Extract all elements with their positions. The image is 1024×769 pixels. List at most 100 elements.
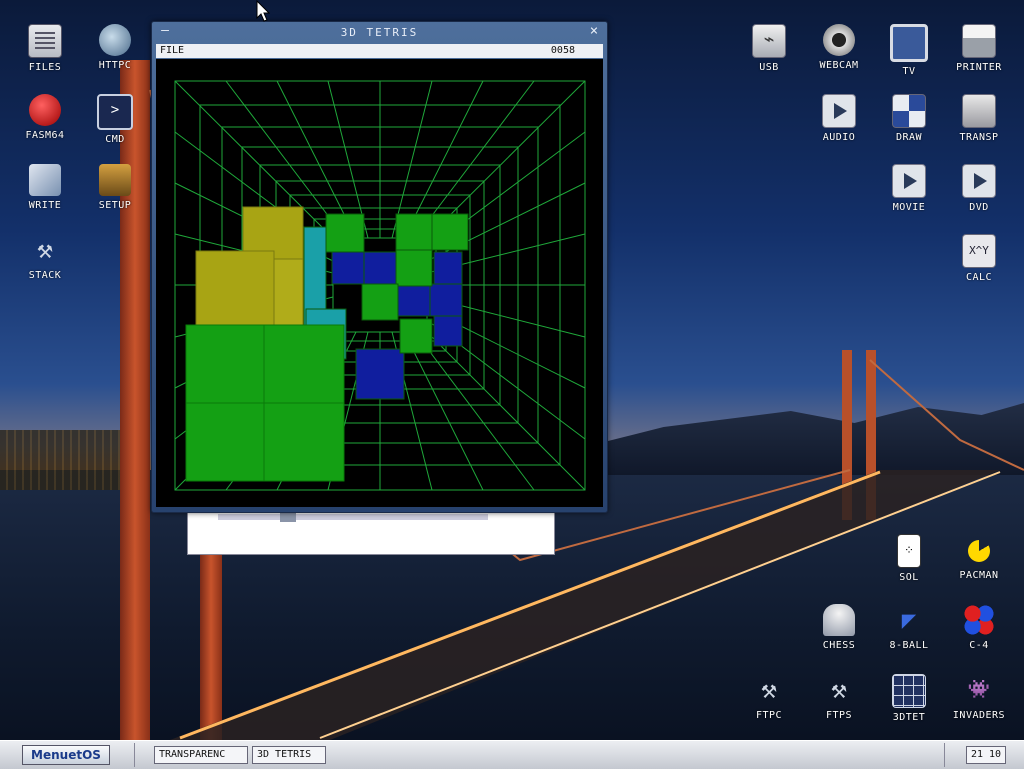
block	[431, 213, 469, 251]
desktop-icon-movie[interactable]: MOVIE	[879, 160, 939, 224]
icon-label: WRITE	[28, 200, 62, 211]
icon-label: DVD	[969, 202, 989, 213]
task-button-3d-tetris[interactable]: 3D TETRIS	[252, 746, 326, 764]
desktop-icon-webcam[interactable]: WEBCAM	[809, 20, 869, 84]
start-button[interactable]: MenuetOS	[22, 745, 110, 765]
desktop-icon-files[interactable]: FILES	[15, 20, 75, 84]
pen-icon	[29, 164, 61, 196]
block	[361, 283, 399, 321]
desktop-icon-draw[interactable]: DRAW	[879, 90, 939, 154]
icon-label: FILES	[28, 62, 62, 73]
desktop-icon-calc[interactable]: X^Y CALC	[949, 230, 1009, 294]
block	[263, 402, 345, 482]
tools-icon: ⚒	[831, 675, 847, 705]
tetris-window[interactable]: — 3D TETRIS × FILE 0058	[151, 21, 608, 513]
desktop-icon-stack[interactable]: ⚒ STACK	[15, 230, 75, 294]
block	[195, 250, 275, 326]
block	[363, 251, 397, 285]
desktop-icon-tv[interactable]: TV	[879, 20, 939, 84]
chess-knight-icon	[823, 604, 855, 636]
icon-label: TRANSP	[959, 132, 999, 143]
score-display: 0058	[550, 45, 575, 56]
desktop-icon-audio[interactable]: AUDIO	[809, 90, 869, 154]
task-button-transparency[interactable]: TRANSPARENC	[154, 746, 248, 764]
dvd-icon	[962, 164, 996, 198]
mouse-cursor-icon	[256, 0, 270, 22]
block	[185, 324, 265, 404]
icon-label: DRAW	[895, 132, 923, 143]
invaders-icon: 👾	[967, 679, 991, 700]
desktop-icon-dvd[interactable]: DVD	[949, 160, 1009, 224]
icon-label: AUDIO	[822, 132, 856, 143]
usb-icon: ⌁	[752, 24, 786, 58]
terminal-icon: >	[97, 94, 133, 130]
tools-icon: ⚒	[37, 235, 53, 265]
desktop-icon-c4[interactable]: C-4	[949, 600, 1009, 664]
grid-icon	[892, 674, 926, 708]
icon-label: 8-BALL	[889, 640, 929, 651]
window-title: 3D TETRIS	[340, 26, 419, 39]
billiard-icon: ◤	[901, 606, 917, 634]
block	[185, 402, 265, 482]
desktop-icon-setup[interactable]: SETUP	[85, 160, 145, 224]
desktop-icon-ftpc[interactable]: ⚒ FTPC	[739, 670, 799, 734]
desktop-icon-write[interactable]: WRITE	[15, 160, 75, 224]
icon-label: CALC	[965, 272, 993, 283]
tv-icon	[890, 24, 928, 62]
icon-label: TV	[902, 66, 916, 77]
block	[355, 348, 405, 400]
icon-label: FASM64	[25, 130, 65, 141]
desktop-icon-3dtet[interactable]: 3DTET	[879, 670, 939, 734]
blocks	[185, 206, 469, 482]
icon-label: CMD	[105, 134, 125, 145]
block	[397, 283, 431, 317]
close-icon[interactable]: ×	[587, 23, 601, 39]
tools-icon: ⚒	[761, 675, 777, 705]
block	[429, 283, 463, 317]
desktop-icon-sol[interactable]: ⁘ SOL	[879, 530, 939, 594]
icon-label: PRINTER	[956, 62, 1002, 73]
block	[395, 249, 433, 287]
menu-file[interactable]: FILE	[160, 45, 184, 56]
block	[395, 213, 433, 251]
desktop-icon-httpc[interactable]: HTTPC	[85, 20, 145, 84]
clock[interactable]: 21 10	[966, 746, 1006, 764]
icon-label: FTPC	[755, 710, 783, 721]
movie-icon	[892, 164, 926, 198]
icon-label: 3DTET	[892, 712, 926, 723]
taskbar: MenuetOS TRANSPARENC 3D TETRIS 21 10	[0, 740, 1024, 769]
block	[399, 318, 433, 354]
pacman-icon	[968, 540, 990, 562]
icon-label: SOL	[899, 572, 919, 583]
desktop-icon-8ball[interactable]: ◤ 8-BALL	[879, 600, 939, 664]
icon-label: C-4	[969, 640, 989, 651]
calculator-icon: X^Y	[962, 234, 996, 268]
slider-track[interactable]	[218, 514, 488, 520]
taskbar-divider	[944, 743, 945, 767]
icon-label: USB	[759, 62, 779, 73]
tetris-well	[174, 80, 586, 491]
desktop-icon-printer[interactable]: PRINTER	[949, 20, 1009, 84]
desktop-icon-chess[interactable]: CHESS	[809, 600, 869, 664]
desktop-icon-usb[interactable]: ⌁ USB	[739, 20, 799, 84]
block	[325, 213, 365, 253]
block	[433, 315, 463, 347]
desktop-icon-invaders[interactable]: 👾 INVADERS	[949, 670, 1009, 734]
title-bar[interactable]: — 3D TETRIS ×	[152, 22, 607, 42]
desktop-icon-transp[interactable]: TRANSP	[949, 90, 1009, 154]
play-icon	[822, 94, 856, 128]
slider-knob[interactable]	[280, 512, 296, 522]
desktop-icon-pacman[interactable]: PACMAN	[949, 530, 1009, 594]
desktop-icon-cmd[interactable]: > CMD	[85, 90, 145, 154]
menu-bar: FILE 0058	[156, 44, 603, 58]
printer-icon	[962, 24, 996, 58]
icon-label: FTPS	[825, 710, 853, 721]
icon-label: HTTPC	[98, 60, 132, 71]
globe-icon	[99, 24, 131, 56]
icon-label: WEBCAM	[819, 60, 859, 71]
desktop-icon-fasm64[interactable]: FASM64	[15, 90, 75, 154]
files-icon	[28, 24, 62, 58]
connect-four-icon	[963, 604, 995, 636]
game-canvas[interactable]	[156, 59, 603, 507]
desktop-icon-ftps[interactable]: ⚒ FTPS	[809, 670, 869, 734]
